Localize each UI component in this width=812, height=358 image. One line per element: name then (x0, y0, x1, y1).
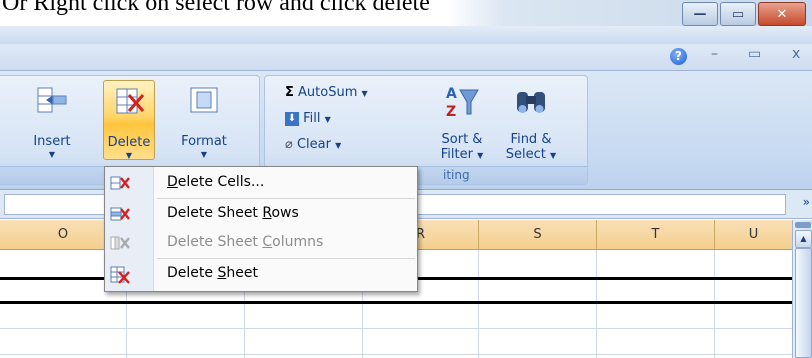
window-buttons: — ▭ ✕ (682, 2, 806, 26)
chevron-down-icon: ▼ (550, 151, 557, 160)
column-header[interactable]: U (715, 220, 792, 249)
delete-button[interactable]: Delete ▼ (103, 80, 155, 160)
grid-line (0, 328, 792, 329)
svg-text:A: A (446, 86, 457, 102)
window-close-button[interactable]: ✕ (758, 2, 806, 26)
scroll-thumb[interactable] (795, 248, 812, 358)
find-label-line2: Select (505, 147, 546, 162)
title-bar (0, 26, 812, 44)
chevron-down-icon: ▼ (48, 150, 56, 159)
clear-button[interactable]: ⌀ Clear ▼ (285, 134, 341, 156)
fill-label: Fill (303, 111, 321, 126)
chevron-down-icon: ▼ (477, 151, 484, 160)
doc-close-button[interactable]: x (792, 46, 800, 62)
menu-item-label: Delete Cells... (167, 174, 265, 190)
window-minimize-button[interactable]: — (682, 2, 718, 26)
doc-restore-button[interactable]: ▭ (748, 46, 761, 62)
chevron-down-icon: ▼ (335, 141, 342, 150)
format-button[interactable]: Format ▼ (179, 80, 229, 159)
delete-cells-icon (116, 88, 145, 114)
column-header[interactable]: T (597, 220, 715, 249)
insert-label: Insert (33, 134, 71, 149)
scroll-up-button[interactable]: ▲ (795, 230, 812, 248)
window-restore-button[interactable]: ▭ (720, 2, 756, 26)
delete-cells-icon (110, 176, 130, 190)
delete-rows-icon (110, 207, 130, 221)
menu-item-label: Delete Sheet (167, 265, 258, 281)
expand-formula-bar-icon[interactable]: » (803, 195, 810, 209)
format-label: Format (181, 134, 227, 149)
chevron-down-icon: ▼ (125, 151, 133, 160)
sort-label-line1: Sort & (441, 132, 483, 147)
find-select-button[interactable]: Find & Select ▼ (501, 80, 561, 162)
autosum-button[interactable]: Σ AutoSum ▼ (285, 82, 368, 104)
fill-down-icon: ⬇ (285, 111, 299, 126)
insert-cells-icon (37, 87, 67, 113)
help-icon[interactable]: ? (670, 48, 687, 65)
menu-separator (157, 198, 415, 199)
menu-item-label: Delete Sheet Rows (167, 205, 299, 221)
sigma-icon: Σ (285, 85, 294, 100)
grid-line (596, 250, 597, 358)
menu-item-delete-sheet-rows[interactable]: Delete Sheet Rows (105, 200, 417, 228)
caption-text: Or Right click on select row and click d… (2, 0, 430, 16)
vertical-scrollbar[interactable]: ▲ (792, 220, 812, 358)
svg-text:Z: Z (446, 104, 456, 120)
chevron-down-icon: ▼ (200, 150, 208, 159)
grid-line (0, 354, 792, 355)
binoculars-icon (517, 92, 545, 113)
editing-group-label-text: iting (443, 168, 470, 182)
split-handle[interactable] (795, 222, 811, 228)
selected-row-border-bottom (0, 301, 792, 304)
sort-label-line2: Filter (440, 147, 473, 162)
ribbon-tab-row: ? – ▭ x (0, 44, 812, 71)
delete-sheet-icon (110, 266, 130, 284)
delete-label: Delete (107, 135, 151, 150)
clear-label: Clear (296, 137, 331, 152)
caption-strip: Or Right click on select row and click d… (0, 0, 812, 26)
menu-separator (157, 258, 415, 259)
eraser-icon: ⌀ (285, 137, 293, 152)
find-label-line1: Find & (510, 132, 552, 147)
chevron-down-icon: ▼ (324, 115, 331, 124)
menu-item-delete-cells[interactable]: Delete Cells... (105, 169, 417, 197)
delete-dropdown-menu: Delete Cells... Delete Sheet Rows Delete… (104, 166, 418, 292)
grid-line (714, 250, 715, 358)
doc-minimize-button[interactable]: – (711, 46, 718, 62)
column-header[interactable]: S (479, 220, 597, 249)
sort-filter-button[interactable]: A Z Sort & Filter ▼ (435, 80, 489, 162)
sort-filter-icon: A Z (446, 86, 479, 120)
insert-button[interactable]: Insert ▼ (27, 80, 77, 159)
menu-item-delete-sheet[interactable]: Delete Sheet (105, 260, 417, 288)
menu-item-label: Delete Sheet Columns (167, 234, 324, 250)
menu-item-delete-sheet-columns: Delete Sheet Columns (105, 229, 417, 257)
grid-line (478, 250, 479, 358)
chevron-down-icon: ▼ (361, 89, 368, 98)
autosum-label: AutoSum (298, 85, 358, 100)
delete-columns-icon (110, 236, 130, 250)
fill-button[interactable]: ⬇ Fill ▼ (285, 108, 331, 130)
format-cells-icon (190, 87, 218, 113)
